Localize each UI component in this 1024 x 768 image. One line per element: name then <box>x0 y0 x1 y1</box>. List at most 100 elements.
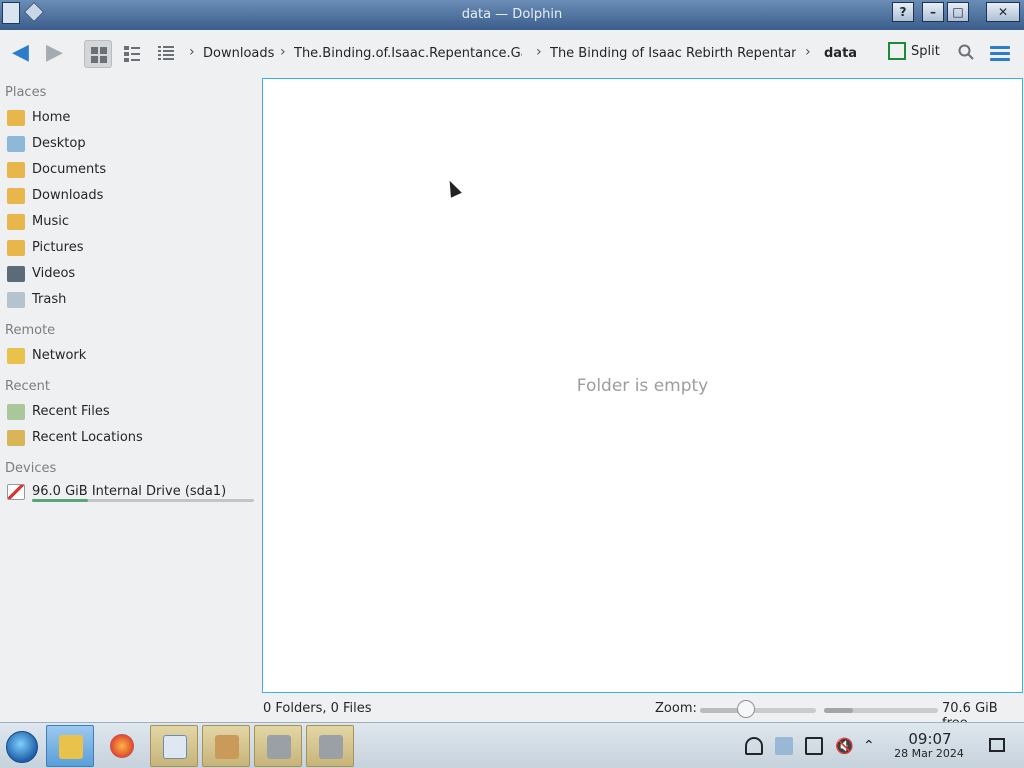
package-icon <box>215 735 239 759</box>
forward-button[interactable]: ▶ <box>46 42 63 66</box>
clipboard-icon[interactable] <box>775 737 793 755</box>
window-title: data — Dolphin <box>461 7 563 22</box>
show-desktop-icon[interactable] <box>989 738 1005 752</box>
sidebar-item-label: Videos <box>32 266 76 281</box>
clock-date[interactable]: 28 Mar 2024 <box>888 747 970 760</box>
compact-view-icon <box>124 46 140 62</box>
task-dolphin[interactable] <box>46 725 94 767</box>
network-folder-icon <box>7 348 25 364</box>
music-folder-icon <box>7 214 25 230</box>
free-space-bar <box>824 708 938 713</box>
sidebar-item-label: Downloads <box>32 188 104 203</box>
toolbar: ◀ ▶ › Downloads › The.Binding.of.Isaac.R… <box>0 30 1024 78</box>
breadcrumb-isaac-rebirth-repentance[interactable]: The Binding of Isaac Rebirth Repentanc <box>550 46 796 61</box>
arrow-left-icon: ◀ <box>12 40 29 65</box>
recent-header: Recent <box>5 379 50 394</box>
sidebar-item-label: Music <box>32 214 69 229</box>
trash-icon <box>7 292 25 308</box>
mouse-cursor-icon <box>444 178 462 198</box>
pictures-folder-icon <box>7 240 25 256</box>
start-menu-button[interactable] <box>6 731 38 763</box>
wine-icon <box>319 735 343 759</box>
empty-folder-message: Folder is empty <box>576 376 709 396</box>
sidebar-item-trash[interactable]: Trash <box>5 289 255 313</box>
sidebar-item-label: Trash <box>32 292 67 307</box>
task-system-settings[interactable] <box>150 725 198 767</box>
sidebar-item-label: Documents <box>32 162 107 177</box>
task-wine-app-1[interactable] <box>254 725 302 767</box>
back-button[interactable]: ◀ <box>12 42 29 66</box>
drive-icon <box>7 484 25 500</box>
folder-summary: 0 Folders, 0 Files <box>263 701 372 716</box>
sidebar-item-videos[interactable]: Videos <box>5 263 255 287</box>
sidebar-item-home[interactable]: Home <box>5 107 255 131</box>
search-icon[interactable] <box>958 44 974 60</box>
breadcrumb-downloads[interactable]: Downloads <box>203 46 274 61</box>
devices-header: Devices <box>5 461 57 476</box>
help-button[interactable]: ? <box>892 2 914 22</box>
videos-folder-icon <box>7 266 25 282</box>
sidebar-item-desktop[interactable]: Desktop <box>5 133 255 157</box>
sidebar-item-network[interactable]: Network <box>5 345 255 369</box>
sidebar-item-label: Desktop <box>32 136 86 151</box>
sidebar-item-recent-locations[interactable]: Recent Locations <box>5 427 255 451</box>
wine-icon <box>267 735 291 759</box>
sidebar-item-pictures[interactable]: Pictures <box>5 237 255 261</box>
clock-time[interactable]: 09:07 <box>896 730 964 748</box>
zoom-slider[interactable] <box>700 708 816 713</box>
places-header: Places <box>5 85 47 100</box>
breadcrumb-isaac-repentance-game[interactable]: The.Binding.of.Isaac.Repentance.Gam <box>294 46 522 61</box>
sidebar-item-label: Recent Files <box>32 404 110 419</box>
remote-header: Remote <box>5 323 56 338</box>
split-view-icon <box>888 42 906 60</box>
compact-view-button[interactable] <box>118 40 146 68</box>
recent-files-icon <box>7 404 25 420</box>
sidebar-item-label: Recent Locations <box>32 430 143 445</box>
icons-view-button[interactable] <box>84 40 112 68</box>
downloads-folder-icon <box>7 188 25 204</box>
notifications-icon[interactable] <box>745 737 763 755</box>
details-view-icon <box>158 46 174 60</box>
folder-icon <box>59 735 83 759</box>
minimize-button[interactable]: – <box>922 2 944 22</box>
sidebar-item-music[interactable]: Music <box>5 211 255 235</box>
window-titlebar[interactable]: data — Dolphin ? – □ ✕ <box>0 0 1024 30</box>
split-label: Split <box>911 43 940 59</box>
task-wine-app-2[interactable] <box>306 725 354 767</box>
task-firefox[interactable] <box>98 725 146 767</box>
zoom-label: Zoom: <box>655 701 697 716</box>
arrow-right-icon: ▶ <box>46 40 63 65</box>
recent-locations-icon <box>7 430 25 446</box>
breadcrumb-data[interactable]: data <box>824 46 857 61</box>
close-button[interactable]: ✕ <box>986 2 1020 22</box>
details-view-button[interactable] <box>152 40 180 68</box>
sidebar-item-downloads[interactable]: Downloads <box>5 185 255 209</box>
file-view[interactable]: Folder is empty <box>262 78 1023 693</box>
status-bar: 0 Folders, 0 Files Zoom: 70.6 GiB free <box>0 698 1024 731</box>
documents-folder-icon <box>7 162 25 178</box>
system-settings-icon <box>163 735 187 759</box>
chevron-right-icon: › <box>536 44 542 60</box>
sidebar-item-recent-files[interactable]: Recent Files <box>5 401 255 425</box>
chevron-up-icon[interactable]: ⌃ <box>863 737 881 755</box>
firefox-icon <box>110 734 134 758</box>
sidebar-item-label: Network <box>32 348 87 363</box>
drive-usage-bar <box>32 499 254 502</box>
sidebar-item-label: 96.0 GiB Internal Drive (sda1) <box>32 484 227 499</box>
split-button[interactable]: Split <box>888 42 940 66</box>
sidebar-item-label: Pictures <box>32 240 84 255</box>
desktop-icon <box>7 136 25 152</box>
storage-icon[interactable] <box>805 737 823 755</box>
hamburger-menu-icon[interactable] <box>990 46 1010 64</box>
chevron-right-icon: › <box>280 44 286 60</box>
sidebar-item-documents[interactable]: Documents <box>5 159 255 183</box>
maximize-button[interactable]: □ <box>947 2 969 22</box>
sidebar-item-label: Home <box>32 110 71 125</box>
chevron-right-icon: › <box>189 44 195 60</box>
taskbar: 🔇 ⌃ <box>0 722 1024 768</box>
task-package-manager[interactable] <box>202 725 250 767</box>
icons-view-icon <box>91 47 107 63</box>
zoom-slider-handle[interactable] <box>737 700 755 718</box>
home-folder-icon <box>7 110 25 126</box>
volume-muted-icon[interactable]: 🔇 <box>835 737 854 755</box>
